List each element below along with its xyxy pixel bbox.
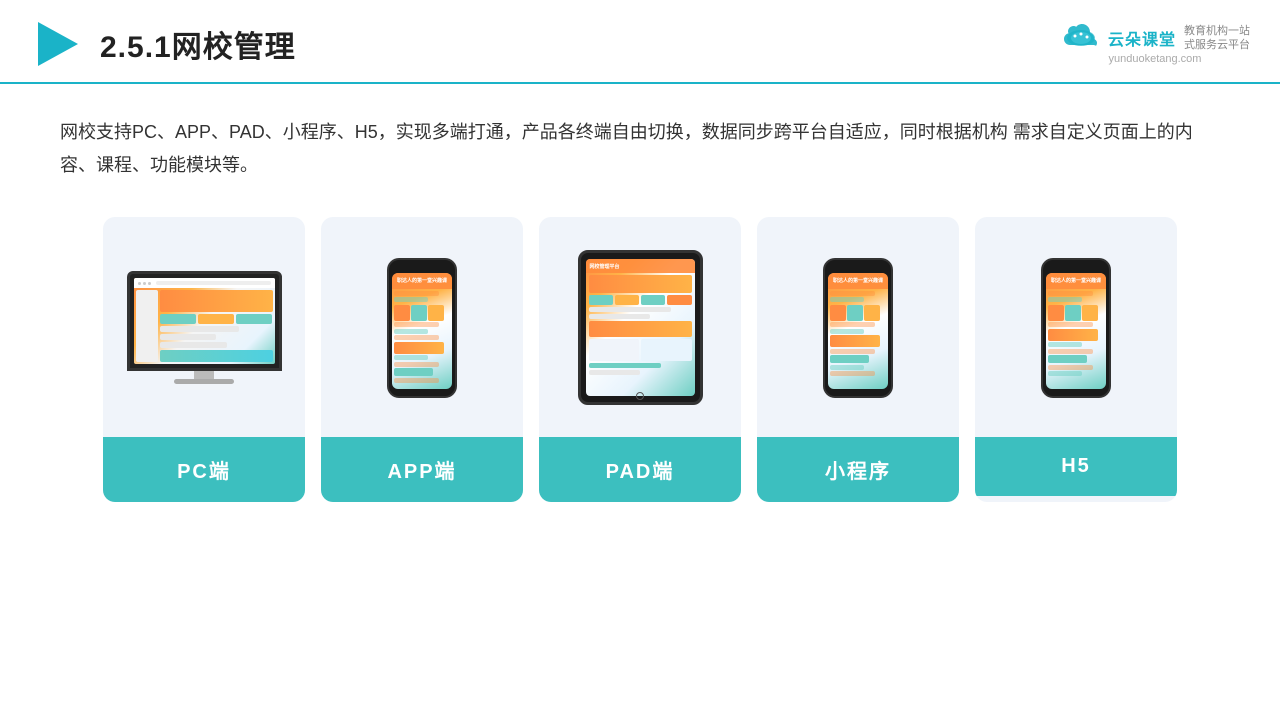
logo-arrow-icon (30, 18, 82, 70)
cards-container: PC端 职达人的第一堂兴趣课 (0, 193, 1280, 532)
header-brand: 云朵课堂 教育机构一站 式服务云平台 yunduoketang.com (1060, 23, 1250, 65)
card-pad-label: PAD端 (539, 437, 741, 502)
phone-mockup-app: 职达人的第一堂兴趣课 (387, 258, 457, 398)
card-app-image: 职达人的第一堂兴趣课 (321, 217, 523, 437)
card-pad: 网校管理平台 (539, 217, 741, 502)
header-left: 2.5.1网校管理 (30, 18, 296, 70)
card-app: 职达人的第一堂兴趣课 (321, 217, 523, 502)
pc-mockup (127, 271, 282, 384)
card-pc-label: PC端 (103, 437, 305, 502)
description-text: 网校支持PC、APP、PAD、小程序、H5，实现多端打通，产品各终端自由切换，数… (0, 84, 1280, 193)
card-h5-image: 职达人的第一堂兴趣课 (975, 217, 1177, 437)
card-miniprogram-label: 小程序 (757, 437, 959, 502)
card-miniprogram-image: 职达人的第一堂兴趣课 (757, 217, 959, 437)
card-pad-image: 网校管理平台 (539, 217, 741, 437)
brand-sub-line1: 教育机构一站 (1184, 24, 1250, 38)
page-header: 2.5.1网校管理 云朵课堂 教育机构一站 式服务云平台 yunduoketan… (0, 0, 1280, 84)
card-app-label: APP端 (321, 437, 523, 502)
card-h5-label: H5 (975, 437, 1177, 496)
brand-logo: 云朵课堂 教育机构一站 式服务云平台 (1060, 23, 1250, 53)
card-h5: 职达人的第一堂兴趣课 (975, 217, 1177, 502)
brand-name: 云朵课堂 (1108, 26, 1176, 50)
cloud-icon (1060, 23, 1102, 53)
phone-mockup-miniprogram: 职达人的第一堂兴趣课 (823, 258, 893, 398)
card-miniprogram: 职达人的第一堂兴趣课 (757, 217, 959, 502)
tablet-mockup: 网校管理平台 (578, 250, 703, 405)
page-title: 2.5.1网校管理 (100, 22, 296, 66)
card-pc: PC端 (103, 217, 305, 502)
brand-sub-line2: 式服务云平台 (1184, 38, 1250, 52)
card-pc-image (103, 217, 305, 437)
brand-url: yunduoketang.com (1109, 53, 1202, 65)
phone-mockup-h5: 职达人的第一堂兴趣课 (1041, 258, 1111, 398)
